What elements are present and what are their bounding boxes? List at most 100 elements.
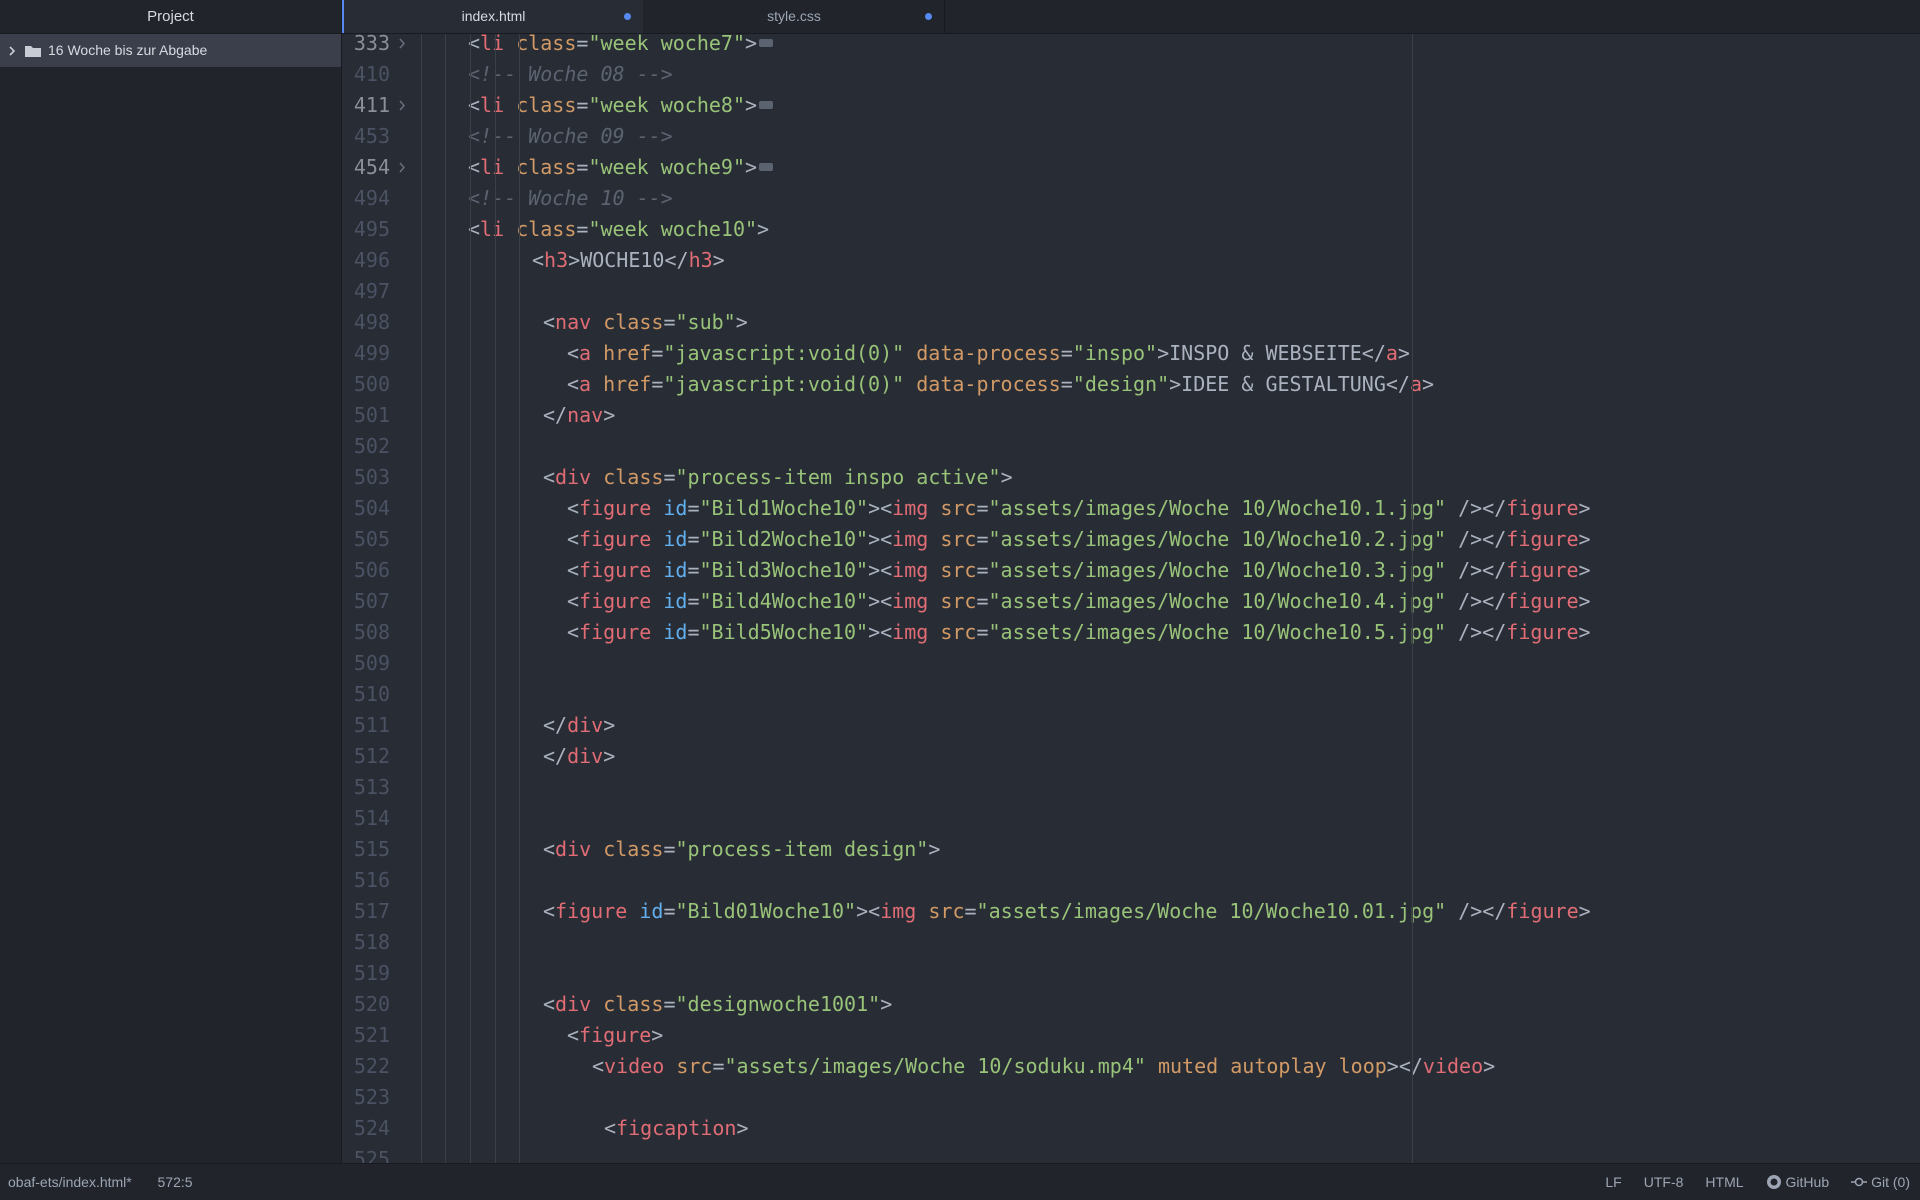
project-folder-item[interactable]: 16 Woche bis zur Abgabe: [0, 34, 341, 67]
line-number[interactable]: 454: [342, 152, 390, 183]
line-number[interactable]: 522: [342, 1051, 390, 1082]
folded-ellipsis-icon[interactable]: [759, 100, 774, 109]
line-number[interactable]: 511: [342, 710, 390, 741]
folded-ellipsis-icon[interactable]: [759, 162, 774, 171]
code-text: </div>: [543, 744, 616, 768]
chevron-right-icon[interactable]: [6, 45, 18, 57]
code-text: <figure id="Bild2Woche10"><img src="asse…: [567, 527, 1591, 551]
fold-chevron-icon[interactable]: [397, 34, 409, 59]
folder-icon: [25, 45, 41, 57]
line-number[interactable]: 453: [342, 121, 390, 152]
line-number[interactable]: 513: [342, 772, 390, 803]
line-number[interactable]: 502: [342, 431, 390, 462]
line-number[interactable]: 496: [342, 245, 390, 276]
status-bar: obaf-ets/index.html* 572:5 LF UTF-8 HTML…: [0, 1163, 1920, 1200]
project-sidebar: Project 16 Woche bis zur Abgabe: [0, 0, 342, 1164]
line-number[interactable]: 410: [342, 59, 390, 90]
status-git-label: Git (0): [1871, 1174, 1910, 1190]
code-text: <!-- Woche 09 -->: [468, 124, 673, 148]
code-text: <li class="week woche7">: [468, 34, 774, 59]
line-number[interactable]: 507: [342, 586, 390, 617]
status-line-ending[interactable]: LF: [1605, 1164, 1621, 1200]
status-file-path[interactable]: obaf-ets/index.html*: [8, 1174, 132, 1190]
git-commit-icon: [1851, 1177, 1868, 1187]
line-number[interactable]: 515: [342, 834, 390, 865]
line-number[interactable]: 498: [342, 307, 390, 338]
indent-guide: [421, 34, 422, 1200]
modified-dot-icon: [925, 13, 932, 20]
line-number[interactable]: 509: [342, 648, 390, 679]
line-number[interactable]: 510: [342, 679, 390, 710]
tab-index-html[interactable]: index.html: [342, 0, 643, 33]
indent-guide: [519, 34, 520, 1200]
line-number[interactable]: 523: [342, 1082, 390, 1113]
indent-guide: [445, 34, 446, 1200]
indent-guide: [470, 34, 471, 1200]
wrap-guide: [1412, 34, 1413, 1200]
line-number[interactable]: 499: [342, 338, 390, 369]
code-text: </nav>: [543, 403, 616, 427]
fold-chevron-icon[interactable]: [397, 152, 409, 183]
line-number[interactable]: 521: [342, 1020, 390, 1051]
code-text: <div class="process-item design">: [543, 837, 941, 861]
line-number[interactable]: 518: [342, 927, 390, 958]
line-number[interactable]: 503: [342, 462, 390, 493]
code-text: </div>: [543, 713, 616, 737]
tab-label: style.css: [767, 8, 821, 24]
code-text: <li class="week woche9">: [468, 152, 774, 183]
line-number[interactable]: 516: [342, 865, 390, 896]
line-number[interactable]: 494: [342, 183, 390, 214]
line-number[interactable]: 525: [342, 1144, 390, 1164]
line-number[interactable]: 514: [342, 803, 390, 834]
status-cursor-position[interactable]: 572:5: [158, 1174, 193, 1190]
line-number[interactable]: 333: [342, 34, 390, 59]
line-number[interactable]: 411: [342, 90, 390, 121]
code-text: <figure id="Bild1Woche10"><img src="asse…: [567, 496, 1591, 520]
status-github-label: GitHub: [1785, 1174, 1830, 1190]
code-text: <figure id="Bild4Woche10"><img src="asse…: [567, 589, 1591, 613]
code-text: <a href="javascript:void(0)" data-proces…: [567, 372, 1435, 396]
code-text: <h3>WOCHE10</h3>: [532, 248, 725, 272]
tab-bar: index.html style.css: [342, 0, 1920, 34]
code-text: <figure id="Bild5Woche10"><img src="asse…: [567, 620, 1591, 644]
line-number[interactable]: 506: [342, 555, 390, 586]
project-folder-label: 16 Woche bis zur Abgabe: [48, 42, 208, 58]
line-number[interactable]: 524: [342, 1113, 390, 1144]
code-text: <figure id="Bild01Woche10"><img src="ass…: [543, 899, 1591, 923]
code-text: <a href="javascript:void(0)" data-proces…: [567, 341, 1410, 365]
project-panel-title[interactable]: Project: [0, 0, 341, 34]
fold-chevron-icon[interactable]: [397, 90, 409, 121]
line-number[interactable]: 519: [342, 958, 390, 989]
line-number[interactable]: 520: [342, 989, 390, 1020]
line-number[interactable]: 501: [342, 400, 390, 431]
code-text: <div class="process-item inspo active">: [543, 465, 1013, 489]
code-text: <!-- Woche 08 -->: [468, 62, 673, 86]
code-text: <!-- Woche 10 -->: [468, 186, 673, 210]
code-editor[interactable]: 333 <li class="week woche7"> 410 <!-- Woche…: [342, 34, 1920, 1164]
tab-style-css[interactable]: style.css: [644, 0, 945, 33]
code-text: <div class="designwoche1001">: [543, 992, 893, 1016]
line-number[interactable]: 517: [342, 896, 390, 927]
status-git[interactable]: Git (0): [1851, 1164, 1910, 1200]
code-text: <figure>: [567, 1023, 664, 1047]
line-number[interactable]: 508: [342, 617, 390, 648]
status-encoding[interactable]: UTF-8: [1644, 1164, 1684, 1200]
status-grammar[interactable]: HTML: [1705, 1164, 1743, 1200]
status-github[interactable]: GitHub: [1766, 1164, 1830, 1200]
code-text: <nav class="sub">: [543, 310, 748, 334]
github-icon: [1766, 1175, 1781, 1189]
tab-label: index.html: [461, 8, 526, 24]
line-number[interactable]: 504: [342, 493, 390, 524]
line-number[interactable]: 500: [342, 369, 390, 400]
indent-guide: [495, 34, 496, 1200]
line-number[interactable]: 495: [342, 214, 390, 245]
modified-dot-icon: [624, 13, 631, 20]
line-number[interactable]: 505: [342, 524, 390, 555]
code-text: <li class="week woche10">: [468, 217, 770, 241]
code-text: <figcaption>: [604, 1116, 749, 1140]
line-number[interactable]: 497: [342, 276, 390, 307]
folded-ellipsis-icon[interactable]: [759, 38, 774, 47]
line-number[interactable]: 512: [342, 741, 390, 772]
code-text: <video src="assets/images/Woche 10/soduk…: [592, 1054, 1496, 1078]
code-text: <figure id="Bild3Woche10"><img src="asse…: [567, 558, 1591, 582]
